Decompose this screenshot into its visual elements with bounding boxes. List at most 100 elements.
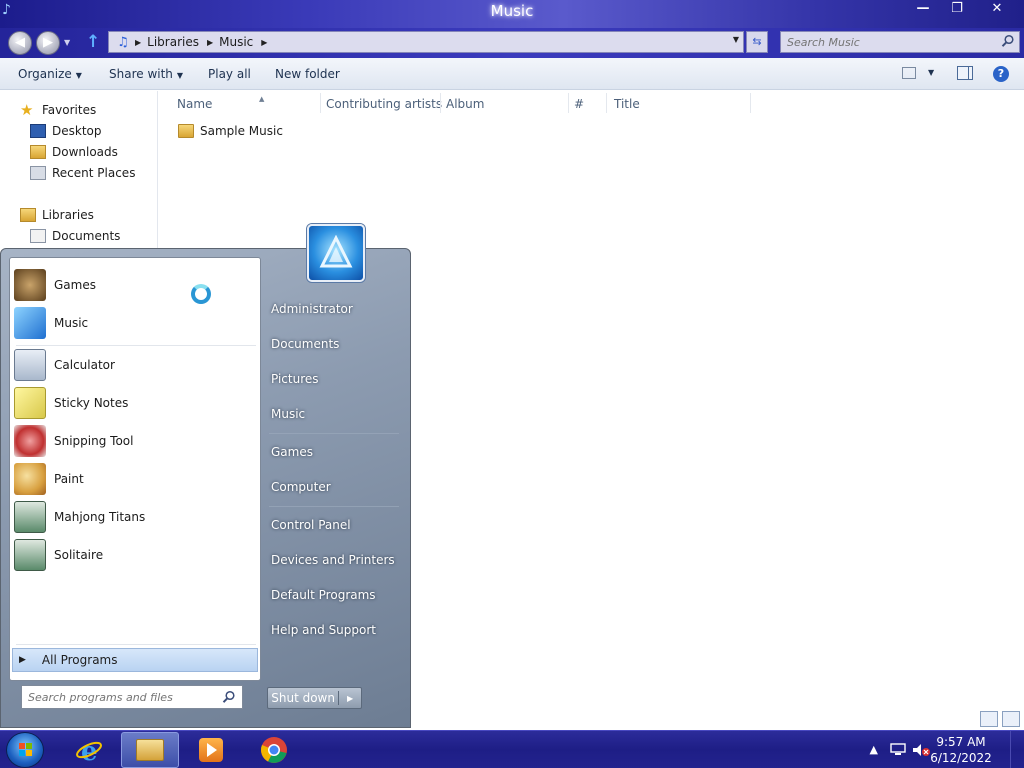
minimize-button[interactable]: — bbox=[906, 0, 940, 19]
search-box[interactable] bbox=[780, 31, 1020, 53]
program-label: Sticky Notes bbox=[54, 396, 129, 410]
program-mahjong-titans[interactable]: Mahjong Titans bbox=[12, 499, 258, 535]
program-sticky-notes[interactable]: Sticky Notes bbox=[12, 385, 258, 421]
network-icon[interactable] bbox=[890, 743, 906, 757]
solitaire-icon bbox=[14, 539, 46, 571]
column-album[interactable]: Album bbox=[446, 97, 484, 111]
all-programs-button[interactable]: ▶ All Programs bbox=[12, 648, 258, 672]
column-divider[interactable] bbox=[606, 93, 607, 113]
desktop-icon bbox=[30, 124, 46, 138]
view-options-dropdown[interactable]: ▼ bbox=[928, 68, 934, 77]
nav-documents[interactable]: Documents bbox=[30, 226, 120, 246]
new-folder-button[interactable]: New folder bbox=[275, 67, 340, 81]
music-icon bbox=[14, 307, 46, 339]
nav-libraries[interactable]: Libraries bbox=[20, 205, 94, 225]
window-title: Music bbox=[490, 2, 534, 20]
forward-button[interactable]: ▶ bbox=[36, 31, 60, 55]
restore-button[interactable]: ❐ bbox=[940, 0, 974, 19]
all-programs-label: All Programs bbox=[41, 653, 118, 667]
start-item-music[interactable]: Music bbox=[271, 407, 305, 421]
show-hidden-icons-button[interactable]: ▲ bbox=[870, 743, 878, 756]
taskbar-windows-explorer[interactable] bbox=[121, 732, 179, 768]
program-games[interactable]: Games bbox=[12, 267, 258, 303]
start-item-games[interactable]: Games bbox=[271, 445, 313, 459]
user-picture[interactable] bbox=[307, 224, 365, 282]
show-desktop-button[interactable] bbox=[1010, 731, 1024, 768]
program-label: Snipping Tool bbox=[54, 434, 134, 448]
program-music[interactable]: Music bbox=[12, 305, 258, 341]
close-button[interactable]: ✕ bbox=[974, 0, 1020, 19]
column-track-number[interactable]: # bbox=[574, 97, 584, 111]
start-item-pictures[interactable]: Pictures bbox=[271, 372, 319, 386]
start-search-box[interactable] bbox=[21, 685, 243, 709]
program-label: Calculator bbox=[54, 358, 115, 372]
taskbar-chrome[interactable] bbox=[245, 732, 303, 768]
program-paint[interactable]: Paint bbox=[12, 461, 258, 497]
change-view-icon[interactable] bbox=[902, 67, 916, 79]
details-view-icon[interactable] bbox=[980, 711, 998, 727]
search-icon[interactable] bbox=[222, 690, 236, 704]
chevron-right-icon[interactable]: ▶ bbox=[207, 38, 213, 47]
start-item-administrator[interactable]: Administrator bbox=[271, 302, 353, 316]
music-note-icon: ♫ bbox=[117, 34, 129, 50]
start-button[interactable] bbox=[6, 732, 44, 768]
documents-icon bbox=[30, 229, 46, 243]
start-item-control-panel[interactable]: Control Panel bbox=[271, 518, 351, 532]
clock[interactable]: 9:57 AM 6/12/2022 bbox=[926, 734, 996, 766]
search-input[interactable] bbox=[787, 34, 987, 50]
breadcrumb-music[interactable]: Music bbox=[219, 35, 253, 49]
shutdown-options-icon[interactable]: ▶ bbox=[339, 694, 361, 703]
column-divider[interactable] bbox=[568, 93, 569, 113]
up-button[interactable]: ↑ bbox=[86, 32, 100, 52]
organize-button[interactable]: Organize ▼ bbox=[18, 67, 82, 81]
taskbar-internet-explorer[interactable]: e bbox=[60, 732, 118, 768]
nav-recent-places[interactable]: Recent Places bbox=[30, 163, 135, 183]
column-divider[interactable] bbox=[750, 93, 751, 113]
navigation-pane: ★ Favorites Desktop Downloads Recent Pla… bbox=[0, 91, 158, 248]
file-row[interactable]: Sample Music bbox=[178, 124, 283, 138]
start-item-documents[interactable]: Documents bbox=[271, 337, 339, 351]
start-item-help-and-support[interactable]: Help and Support bbox=[271, 623, 376, 637]
nav-documents-label: Documents bbox=[52, 229, 121, 243]
breadcrumb-libraries[interactable]: Libraries bbox=[147, 35, 199, 49]
help-icon[interactable]: ? bbox=[993, 66, 1009, 82]
start-menu: Games Music Calculator Sticky Notes Snip… bbox=[0, 224, 411, 728]
shutdown-button[interactable]: Shut down bbox=[268, 691, 340, 705]
program-solitaire[interactable]: Solitaire bbox=[12, 537, 258, 573]
start-search-input[interactable] bbox=[28, 690, 218, 705]
taskbar-media-player[interactable] bbox=[182, 732, 240, 768]
refresh-button[interactable]: ⇆ bbox=[746, 31, 768, 53]
address-bar[interactable]: ♫ ▶ Libraries ▶ Music ▶ ▼ bbox=[108, 31, 744, 53]
chevron-right-icon[interactable]: ▶ bbox=[261, 38, 267, 47]
chevron-right-icon[interactable]: ▶ bbox=[135, 38, 141, 47]
column-title[interactable]: Title bbox=[614, 97, 640, 111]
start-item-computer[interactable]: Computer bbox=[271, 480, 331, 494]
column-name[interactable]: Name ▲ bbox=[177, 95, 264, 111]
column-divider[interactable] bbox=[440, 93, 441, 113]
program-label: Solitaire bbox=[54, 548, 104, 562]
clock-time: 9:57 AM bbox=[936, 735, 986, 749]
start-menu-programs-pane: Games Music Calculator Sticky Notes Snip… bbox=[9, 257, 261, 681]
large-icons-view-icon[interactable] bbox=[1002, 711, 1020, 727]
address-dropdown-icon[interactable]: ▼ bbox=[733, 35, 739, 44]
title-bar[interactable]: ♪ Music — ❐ ✕ bbox=[0, 0, 1024, 28]
calculator-icon bbox=[14, 349, 46, 381]
preview-pane-icon[interactable] bbox=[957, 66, 973, 80]
column-contributing-artists[interactable]: Contributing artists bbox=[326, 97, 442, 111]
start-item-devices-and-printers[interactable]: Devices and Printers bbox=[271, 553, 395, 567]
nav-desktop[interactable]: Desktop bbox=[30, 121, 102, 141]
play-all-button[interactable]: Play all bbox=[208, 67, 251, 81]
share-with-button[interactable]: Share with ▼ bbox=[109, 67, 183, 81]
back-button[interactable]: ◀ bbox=[8, 31, 32, 55]
mahjong-titans-icon bbox=[14, 501, 46, 533]
nav-favorites[interactable]: ★ Favorites bbox=[20, 100, 96, 120]
nav-downloads[interactable]: Downloads bbox=[30, 142, 118, 162]
program-calculator[interactable]: Calculator bbox=[12, 347, 258, 383]
recent-pages-dropdown[interactable]: ▼ bbox=[64, 38, 70, 47]
nav-favorites-label: Favorites bbox=[42, 103, 97, 117]
search-icon[interactable] bbox=[1001, 34, 1015, 48]
program-snipping-tool[interactable]: Snipping Tool bbox=[12, 423, 258, 459]
start-item-default-programs[interactable]: Default Programs bbox=[271, 588, 376, 602]
games-icon bbox=[14, 269, 46, 301]
column-divider[interactable] bbox=[320, 93, 321, 113]
